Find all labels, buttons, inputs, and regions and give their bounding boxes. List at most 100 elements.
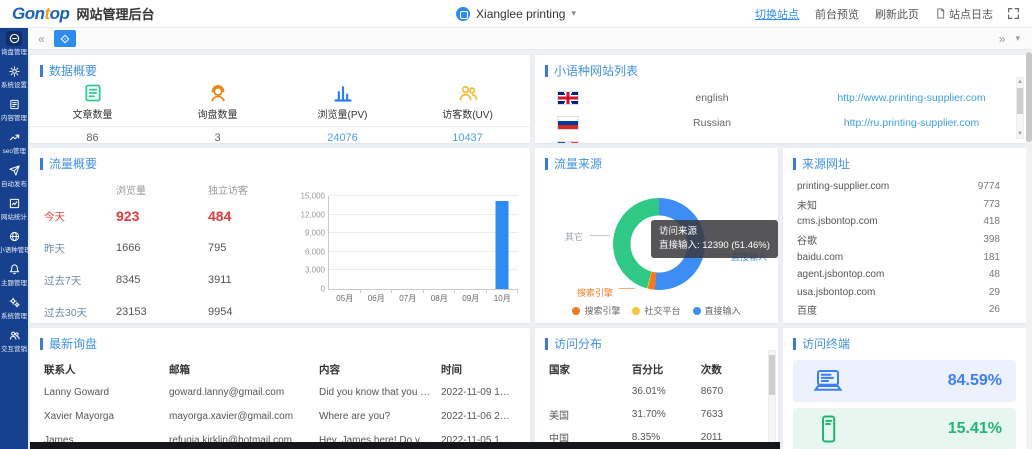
panel-source-urls: 来源网址 printing-supplier.com 9774 未知 773 c… [783,148,1026,323]
chart-legend: 搜索引擎 社交平台 直接输入 [535,304,778,317]
panel-title: 流量概要 [30,148,530,176]
panel-visit-distribution: 访问分布 国家 百分比 次数 36.01% 8670 美国 3 [535,328,778,449]
fullscreen-icon[interactable] [1007,7,1020,20]
sidebar-item[interactable]: 网站统计 [0,193,28,226]
period-label: 过去30天 [44,305,116,320]
header-action-link[interactable]: 站点日志 [935,6,993,22]
panel-scrollbar[interactable] [768,350,776,445]
inquiries-table-body: Lanny Goward goward.lanny@gmail.com Did … [44,380,516,449]
terminal-cards: 84.59% 15.41% [783,360,1026,449]
page-scrollbar[interactable] [1026,50,1032,449]
stat-value: 86 [30,127,155,143]
tab-options-caret-icon[interactable]: ▾ [1015,33,1020,44]
site-url-link[interactable]: http://ru.printing-supplier.com [797,117,1026,129]
source-url-row: usa.jsbontop.com 29 [783,284,1026,302]
stat-icon [82,83,104,103]
source-count: 26 [989,304,1000,315]
source-url-row: printing-supplier.com 9774 [783,178,1026,196]
inquiry-contact: Lanny Goward [44,387,169,398]
stat-label: 询盘数量 [198,106,238,121]
sidebar-item-label: seo管理 [2,146,25,155]
legend-item[interactable]: 搜索引擎 [572,304,620,317]
source-count: 181 [983,252,1000,263]
period-label: 今天 [44,209,116,224]
source-name: agent.jsbontop.com [797,269,884,280]
legend-item[interactable]: 社交平台 [632,304,680,317]
panel-title: 访问分布 [535,328,778,356]
traffic-table-body: 今天 923 484 昨天 1666 795 过去7天 8345 3911 [44,200,294,323]
inquiry-content: Where are you? [319,411,441,422]
sidebar-nav: 询盘管理 系统设置 内容管理 seo管理 自动发布 网站统计 小语种管理 [0,28,28,449]
source-url-row: cms.jsbontop.com 418 [783,213,1026,231]
source-url-row: 未知 773 [783,196,1026,214]
collapse-tabs-icon[interactable]: « [38,32,45,46]
panel-scrollbar[interactable]: ▲▼ [1016,77,1024,139]
stat-label: 文章数量 [73,106,113,121]
source-count: 9774 [978,181,1000,192]
pv-value: 923 [116,208,208,224]
country-name: 美国 [549,407,632,422]
tab-bar: « » ▾ [28,28,1032,50]
sidebar-item-icon [6,130,22,145]
header-action-link[interactable]: 前台预览 [815,6,859,22]
sidebar-item-label: 内容管理 [1,113,27,122]
header-action-link[interactable]: 切换站点 [755,6,799,22]
traffic-row: 今天 923 484 [44,200,294,232]
language-site-list: english http://www.printing-supplier.com… [535,85,1026,143]
distribution-table: 国家 百分比 次数 36.01% 8670 美国 31.70% 7633 [535,356,778,449]
sidebar-item[interactable]: 内容管理 [0,94,28,127]
stat-value: 3 [155,127,280,143]
more-tabs-icon[interactable]: » [999,32,1006,46]
sidebar-item[interactable]: seo管理 [0,127,28,160]
sidebar-item-label: 系统设置 [1,80,27,89]
inquiry-contact: Xavier Mayorga [44,411,169,422]
logo-text: Gon [12,4,45,24]
sidebar-item[interactable]: 系统设置 [0,61,28,94]
site-selector-dropdown[interactable]: Xianglee printing ▾ [456,7,576,21]
pv-value: 23153 [116,306,208,318]
panel-title: 来源网址 [783,148,1026,176]
stat-cell: 询盘数量 [155,83,280,121]
inquiries-table: 联系人 邮箱 内容 时间 Lanny Goward goward.lanny@g… [30,356,530,449]
terminal-card: 84.59% [793,360,1016,402]
sidebar-item[interactable]: 交互营销 [0,325,28,358]
stat-cell: 浏览量(PV) [280,83,405,121]
site-url-link[interactable]: http://fr.printing-supplier.com [797,142,1026,144]
source-url-row: baidu.com 181 [783,248,1026,266]
sidebar-item-icon [6,229,22,244]
monthly-pv-bar-chart: 03,0006,0009,00012,00015,00005月06月07月08月… [292,196,520,308]
sidebar-item[interactable]: 询盘管理 [0,28,28,61]
uv-value: 484 [208,208,294,224]
sidebar-item[interactable]: 系统管理 [0,292,28,325]
header-action-link[interactable]: 刷新此页 [875,6,919,22]
legend-item[interactable]: 直接输入 [693,304,741,317]
source-name: printing-supplier.com [797,181,889,192]
site-url-link[interactable]: http://www.printing-supplier.com [797,92,1026,104]
source-name: 谷歌 [797,232,817,247]
app-logo: Gontop 网站管理后台 [12,4,154,24]
inquiry-email: goward.lanny@gmail.com [169,387,319,398]
traffic-table: 浏览量 独立访客 今天 923 484 昨天 1666 795 [44,178,294,323]
window-bottom-edge [30,442,780,449]
stat-label: 浏览量(PV) [318,106,368,121]
tooltip-value: 直接输入: 12390 (51.46%) [659,239,770,253]
inquiry-email: mayorga.xavier@gmail.com [169,411,319,422]
sidebar-item[interactable]: 主题管理 [0,259,28,292]
country-flag-icon [557,91,579,105]
sidebar-item[interactable]: 自动发布 [0,160,28,193]
panel-title: 访问终端 [783,328,1026,356]
stat-cell: 文章数量 [30,83,155,121]
legend-label: 直接输入 [705,304,741,317]
tab-dashboard[interactable] [54,30,76,47]
chevron-down-icon: ▾ [571,8,576,19]
panel-latest-inquiries: 最新询盘 联系人 邮箱 内容 时间 Lanny Goward goward.la… [30,328,530,449]
legend-dot-icon [572,307,580,315]
inquiry-row: Xavier Mayorga mayorga.xavier@gmail.com … [44,404,516,428]
source-url-row: 百度 26 [783,301,1026,319]
header-actions: 切换站点 前台预览 刷新此页 站点日志 [755,6,993,22]
donut-chart-area: 其它 直接输入 搜索引擎 访问来源 直接输入: 12390 (51.46%) 搜… [535,170,778,323]
sidebar-item[interactable]: 小语种管理 [0,226,28,259]
inquiry-row: Lanny Goward goward.lanny@gmail.com Did … [44,380,516,404]
language-site-row: Russian http://ru.printing-supplier.com [535,110,1026,135]
traffic-row: 昨天 1666 795 [44,232,294,264]
